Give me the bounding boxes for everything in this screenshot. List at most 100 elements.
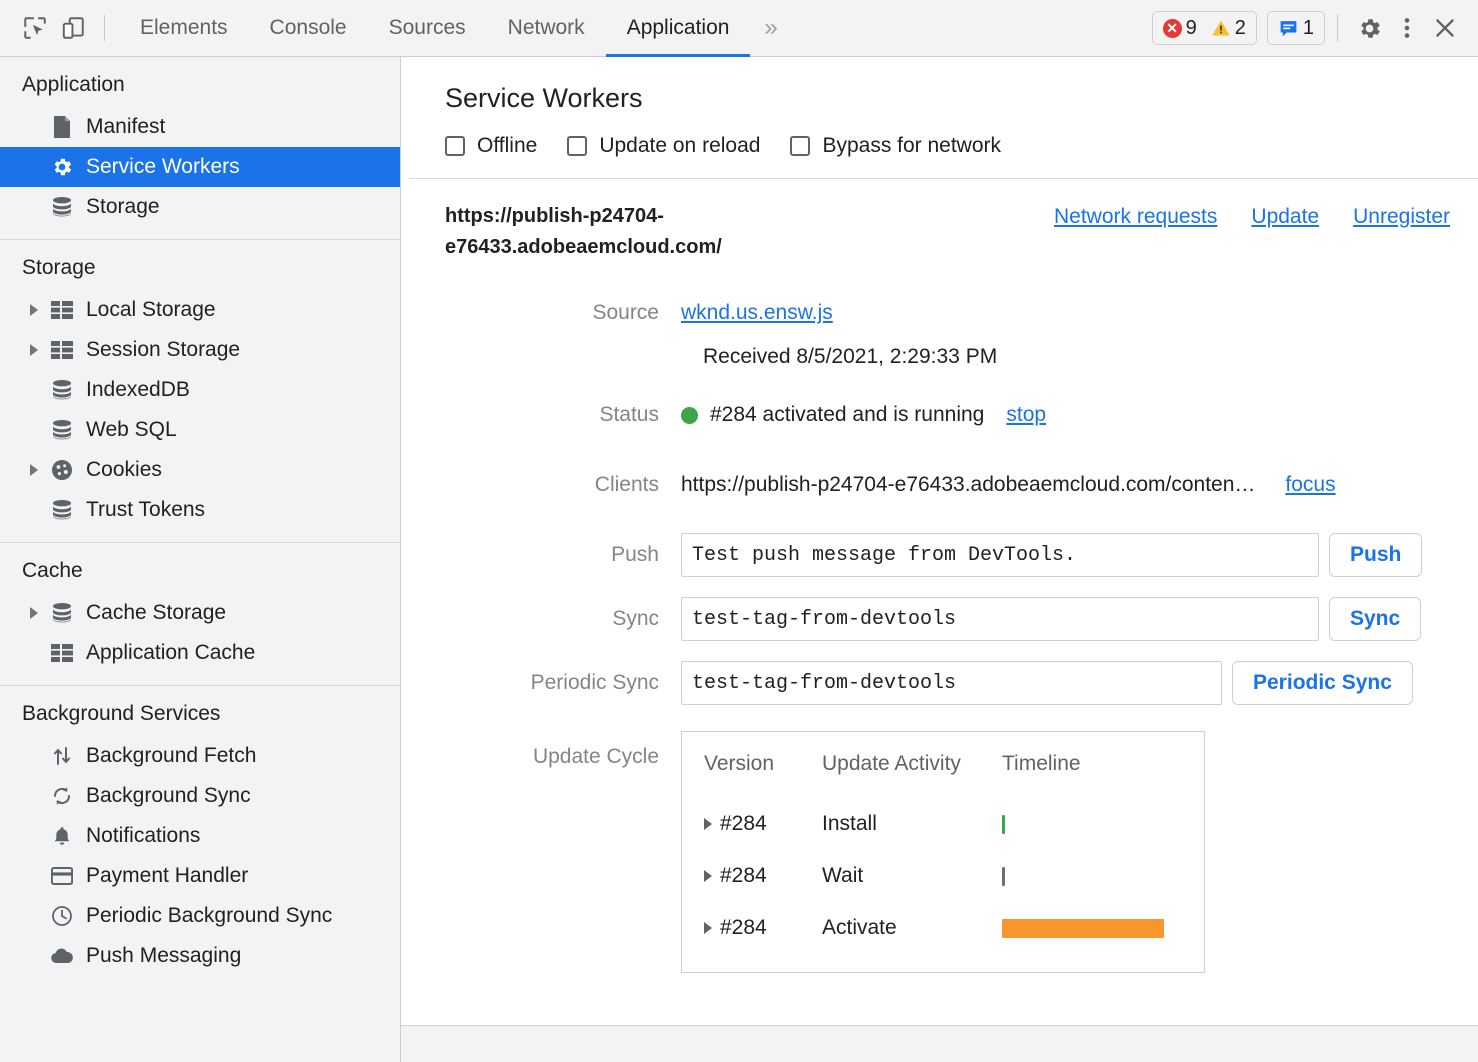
database-icon (50, 498, 74, 522)
clock-icon (50, 904, 74, 928)
checkbox-box[interactable] (567, 136, 587, 156)
push-input[interactable] (681, 533, 1319, 577)
service-workers-scroll-area: Service Workers Offline Update on reload… (401, 57, 1478, 1025)
database-icon (50, 378, 74, 402)
chevron-right-icon[interactable] (30, 344, 38, 356)
push-button[interactable]: Push (1329, 533, 1422, 577)
service-worker-registration: https://publish-p24704-e76433.adobeaemcl… (401, 179, 1478, 973)
tab-network[interactable]: Network (487, 0, 606, 57)
error-counter[interactable]: ✕ 9 (1163, 17, 1197, 40)
status-row: Status #284 activated and is running sto… (401, 393, 1478, 437)
sidebar-item-cache-storage[interactable]: Cache Storage (0, 593, 400, 633)
tab-elements[interactable]: Elements (119, 0, 249, 57)
sync-input[interactable] (681, 597, 1319, 641)
cookie-icon (50, 458, 74, 482)
sidebar-item-label: Storage (86, 195, 160, 219)
update-link[interactable]: Update (1251, 205, 1319, 229)
chevron-right-icon[interactable] (30, 464, 38, 476)
issues-counter-group[interactable]: ✕ 9 2 (1152, 11, 1257, 45)
unregister-link[interactable]: Unregister (1353, 205, 1450, 229)
activity-value: Activate (822, 902, 1002, 954)
table-icon (50, 338, 74, 362)
tab-console[interactable]: Console (249, 0, 368, 57)
sidebar-section-title: Application (0, 57, 400, 107)
table-row[interactable]: #284 Wait (682, 850, 1204, 902)
stop-link[interactable]: stop (1006, 403, 1046, 427)
push-row: Push Push (401, 523, 1478, 587)
bypass-for-network-checkbox[interactable]: Bypass for network (790, 134, 1001, 158)
message-counter[interactable]: 1 (1278, 17, 1314, 40)
table-row[interactable]: #284 Activate (682, 902, 1204, 954)
sidebar-item-local-storage[interactable]: Local Storage (0, 290, 400, 330)
update-on-reload-checkbox[interactable]: Update on reload (567, 134, 760, 158)
sidebar-item-web-sql[interactable]: Web SQL (0, 410, 400, 450)
sidebar-item-label: Background Fetch (86, 744, 256, 768)
tab-label: Elements (140, 16, 228, 40)
sidebar-item-notifications[interactable]: Notifications (0, 816, 400, 856)
checkbox-box[interactable] (445, 136, 465, 156)
chevron-right-icon[interactable] (704, 870, 712, 882)
sidebar-item-push-messaging[interactable]: Push Messaging (0, 936, 400, 976)
periodic-sync-input[interactable] (681, 661, 1222, 705)
sidebar-item-storage[interactable]: Storage (0, 187, 400, 227)
sidebar-item-trust-tokens[interactable]: Trust Tokens (0, 490, 400, 530)
sync-button[interactable]: Sync (1329, 597, 1421, 641)
sidebar-item-application-cache[interactable]: Application Cache (0, 633, 400, 673)
tab-application[interactable]: Application (606, 0, 751, 57)
kebab-menu-icon[interactable] (1388, 9, 1426, 47)
sidebar-item-background-fetch[interactable]: Background Fetch (0, 736, 400, 776)
update-cycle-table: Version Update Activity Timeline (681, 731, 1205, 973)
device-toolbar-icon[interactable] (54, 9, 92, 47)
sidebar-item-periodic-background-sync[interactable]: Periodic Background Sync (0, 896, 400, 936)
tab-sources[interactable]: Sources (368, 0, 487, 57)
sidebar-item-label: Periodic Background Sync (86, 904, 332, 928)
close-icon[interactable] (1426, 9, 1464, 47)
clients-row: Clients https://publish-p24704-e76433.ad… (401, 463, 1478, 507)
source-value: wknd.us.ensw.js (681, 301, 833, 325)
activity-value: Install (822, 798, 1002, 850)
database-icon (50, 601, 74, 625)
periodic-sync-button[interactable]: Periodic Sync (1232, 661, 1413, 705)
sidebar-item-indexeddb[interactable]: IndexedDB (0, 370, 400, 410)
chevron-right-icon[interactable] (704, 818, 712, 830)
source-script-link[interactable]: wknd.us.ensw.js (681, 301, 833, 325)
registration-actions: Network requests Update Unregister (1054, 201, 1468, 229)
sidebar-item-service-workers[interactable]: Service Workers (0, 147, 400, 187)
status-indicator-icon (681, 407, 698, 424)
inspect-element-icon[interactable] (16, 9, 54, 47)
more-tabs-icon[interactable]: » (750, 0, 791, 57)
status-text: #284 activated and is running (710, 403, 984, 427)
warning-counter[interactable]: 2 (1211, 17, 1246, 40)
sync-row: Sync Sync (401, 587, 1478, 651)
column-header-update-activity: Update Activity (822, 748, 1002, 798)
table-row[interactable]: #284 Install (682, 798, 1204, 850)
chevron-right-icon[interactable] (30, 607, 38, 619)
gear-icon[interactable] (1350, 9, 1388, 47)
version-value: #284 (720, 812, 767, 836)
sidebar-item-label: Local Storage (86, 298, 216, 322)
sidebar-item-manifest[interactable]: Manifest (0, 107, 400, 147)
database-icon (50, 195, 74, 219)
checkbox-box[interactable] (790, 136, 810, 156)
messages-counter-group[interactable]: 1 (1267, 11, 1325, 45)
sidebar-item-background-sync[interactable]: Background Sync (0, 776, 400, 816)
version-cell: #284 (704, 916, 822, 940)
sidebar-item-session-storage[interactable]: Session Storage (0, 330, 400, 370)
update-cycle-header-row: Version Update Activity Timeline (682, 748, 1204, 798)
column-header-timeline: Timeline (1002, 748, 1204, 798)
update-on-reload-label: Update on reload (599, 134, 760, 158)
tab-label: Network (508, 16, 585, 40)
chevron-right-icon[interactable] (30, 304, 38, 316)
focus-link[interactable]: focus (1285, 473, 1335, 497)
version-value: #284 (720, 916, 767, 940)
tab-label: Sources (389, 16, 466, 40)
sidebar-item-cookies[interactable]: Cookies (0, 450, 400, 490)
table-icon (50, 641, 74, 665)
chevron-right-icon[interactable] (704, 922, 712, 934)
sidebar-item-payment-handler[interactable]: Payment Handler (0, 856, 400, 896)
version-cell: #284 (704, 812, 822, 836)
sidebar-item-label: Manifest (86, 115, 165, 139)
offline-checkbox[interactable]: Offline (445, 134, 537, 158)
updown-arrows-icon (50, 744, 74, 768)
network-requests-link[interactable]: Network requests (1054, 205, 1217, 229)
